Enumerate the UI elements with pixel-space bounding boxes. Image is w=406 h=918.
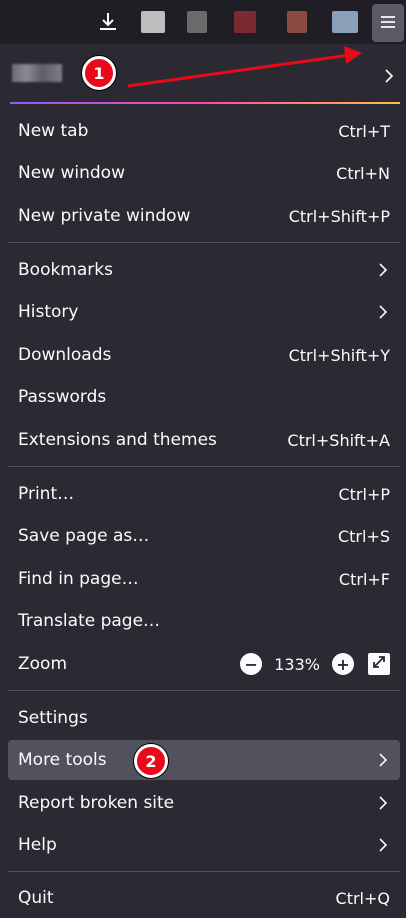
chevron-right-icon: [384, 68, 394, 84]
extension-icon[interactable]: [234, 11, 256, 33]
account-separator: [10, 102, 400, 104]
menu-item-save-page-as[interactable]: Save page as… Ctrl+S: [8, 516, 400, 556]
menu-item-find-in-page[interactable]: Find in page… Ctrl+F: [8, 559, 400, 599]
menu-item-zoom: Zoom − 133% +: [8, 644, 400, 684]
menu-item-downloads[interactable]: Downloads Ctrl+Shift+Y: [8, 335, 400, 375]
menu-item-more-tools[interactable]: More tools: [8, 740, 400, 780]
menu-item-label: Settings: [18, 708, 88, 728]
zoom-level[interactable]: 133%: [274, 655, 320, 674]
menu-item-label: Passwords: [18, 387, 107, 407]
menu-item-new-private-window[interactable]: New private window Ctrl+Shift+P: [8, 196, 400, 236]
menu-item-print[interactable]: Print… Ctrl+P: [8, 474, 400, 514]
fullscreen-button[interactable]: [368, 653, 390, 675]
menu-item-label: Bookmarks: [18, 260, 113, 280]
menu-item-shortcut: Ctrl+Shift+P: [288, 206, 390, 226]
menu-item-label: Report broken site: [18, 793, 175, 813]
chevron-right-icon: [378, 837, 388, 853]
download-icon[interactable]: [94, 8, 122, 36]
extension-icon[interactable]: [187, 11, 207, 33]
menu-item-shortcut: Ctrl+P: [338, 484, 390, 504]
menu-item-label: New private window: [18, 206, 191, 226]
account-avatar-blurred: [12, 64, 62, 82]
extension-icon[interactable]: [332, 11, 358, 33]
menu-item-label: Find in page…: [18, 569, 139, 589]
annotation-badge: 2: [134, 744, 168, 778]
menu-item-label: New window: [18, 163, 125, 183]
menu-item-label: New tab: [18, 121, 89, 141]
menu-item-shortcut: Ctrl+Q: [335, 888, 390, 908]
menu-item-report-broken-site[interactable]: Report broken site: [8, 783, 400, 823]
menu-item-help[interactable]: Help: [8, 825, 400, 865]
menu-separator: [8, 466, 400, 467]
menu-separator: [8, 242, 400, 243]
menu-item-passwords[interactable]: Passwords: [8, 377, 400, 417]
menu-item-extensions-and-themes[interactable]: Extensions and themes Ctrl+Shift+A: [8, 420, 400, 460]
menu-item-shortcut: Ctrl+N: [336, 163, 390, 183]
menu-item-shortcut: Ctrl+T: [338, 121, 390, 141]
menu-item-new-tab[interactable]: New tab Ctrl+T: [8, 111, 400, 151]
extension-icon[interactable]: [287, 11, 307, 33]
menu-item-label: Print…: [18, 484, 75, 504]
zoom-in-button[interactable]: +: [332, 653, 354, 675]
menu-item-label: Help: [18, 835, 57, 855]
app-menu-panel: New tab Ctrl+T New window Ctrl+N New pri…: [0, 44, 406, 916]
chevron-right-icon: [378, 795, 388, 811]
menu-item-label: More tools: [18, 750, 107, 770]
menu-item-bookmarks[interactable]: Bookmarks: [8, 250, 400, 290]
zoom-controls: − 133% +: [240, 650, 390, 678]
account-row[interactable]: [0, 44, 406, 104]
chevron-right-icon: [378, 262, 388, 278]
menu-separator: [8, 871, 400, 872]
menu-item-label: Quit: [18, 888, 54, 908]
menu-item-shortcut: Ctrl+Shift+Y: [288, 345, 390, 365]
menu-item-shortcut: Ctrl+F: [338, 569, 390, 589]
annotation-badge: 1: [82, 56, 116, 90]
zoom-out-button[interactable]: −: [240, 653, 263, 675]
menu-item-label: Translate page…: [18, 611, 161, 631]
menu-item-translate-page[interactable]: Translate page…: [8, 601, 400, 641]
hamburger-menu-button[interactable]: [372, 4, 404, 42]
menu-item-label: History: [18, 302, 79, 322]
menu-item-shortcut: Ctrl+S: [337, 526, 390, 546]
menu-item-history[interactable]: History: [8, 292, 400, 332]
browser-toolbar: [0, 0, 406, 44]
menu-separator: [8, 690, 400, 691]
chevron-right-icon: [378, 752, 388, 768]
menu-item-shortcut: Ctrl+Shift+A: [287, 430, 390, 450]
menu-item-label: Extensions and themes: [18, 430, 217, 450]
menu-item-quit[interactable]: Quit Ctrl+Q: [8, 878, 400, 918]
chevron-right-icon: [378, 304, 388, 320]
extension-icon[interactable]: [141, 11, 165, 33]
menu-item-label: Save page as…: [18, 526, 150, 546]
menu-item-label: Downloads: [18, 345, 112, 365]
menu-item-new-window[interactable]: New window Ctrl+N: [8, 153, 400, 193]
expand-icon: [371, 654, 387, 675]
menu-item-settings[interactable]: Settings: [8, 698, 400, 738]
hamburger-menu-icon: [380, 14, 396, 33]
